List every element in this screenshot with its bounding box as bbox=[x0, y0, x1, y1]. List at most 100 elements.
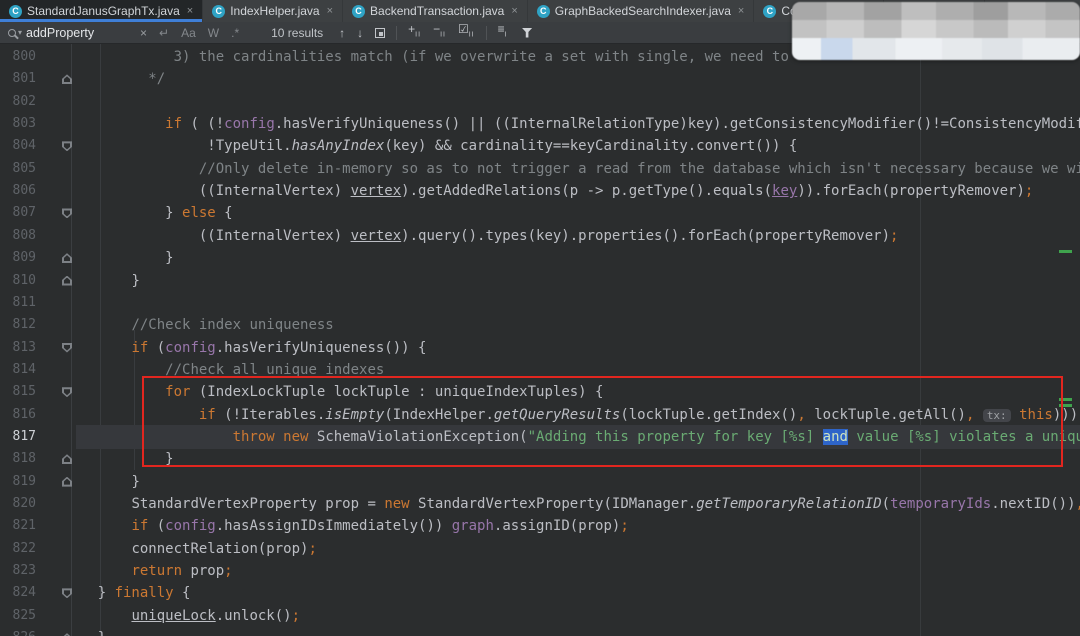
code-text: //Only delete in-memory so as to not tri… bbox=[198, 160, 1080, 177]
line-number: 817 bbox=[12, 428, 36, 444]
code-line-810[interactable]: 810 } bbox=[0, 270, 1080, 292]
search-icon bbox=[8, 28, 19, 40]
code-text: uniqueLock.unlock(); bbox=[131, 607, 301, 624]
line-number: 816 bbox=[12, 406, 36, 422]
code-line-826[interactable]: 826 } bbox=[0, 627, 1080, 636]
tab-label: BackendTransaction.java bbox=[370, 4, 505, 18]
code-line-811[interactable]: 811 bbox=[0, 292, 1080, 314]
tab-standardjanusgraphtx-java[interactable]: C StandardJanusGraphTx.java × bbox=[0, 0, 204, 22]
code-text: StandardVertexProperty prop = new Standa… bbox=[131, 496, 1080, 512]
filter-lines-icon[interactable]: ≡I bbox=[498, 18, 508, 46]
line-number: 826 bbox=[0, 627, 36, 636]
java-class-icon: C bbox=[763, 4, 777, 18]
code-text: if (config.hasAssignIDsImmediately()) gr… bbox=[131, 518, 629, 535]
code-text: !TypeUtil.hasAnyIndex(key) && cardinalit… bbox=[207, 138, 798, 155]
tab-indexhelper-java[interactable]: C IndexHelper.java × bbox=[203, 0, 344, 22]
add-occurrence-button[interactable]: +II bbox=[408, 18, 421, 46]
code-line-804[interactable]: 804 !TypeUtil.hasAnyIndex(key) && cardin… bbox=[0, 135, 1080, 157]
line-number: 811 bbox=[12, 294, 36, 310]
code-text: } bbox=[165, 451, 174, 468]
line-number: 801 bbox=[12, 71, 36, 87]
code-text: } finally { bbox=[97, 585, 191, 602]
code-line-805[interactable]: 805 //Only delete in-memory so as to not… bbox=[0, 158, 1080, 180]
close-tab-icon[interactable]: × bbox=[511, 5, 517, 17]
tab-label: IndexHelper.java bbox=[230, 4, 320, 18]
previous-occurrence-button[interactable]: ↑ bbox=[339, 22, 345, 44]
code-text: } bbox=[131, 272, 140, 289]
line-number: 818 bbox=[12, 451, 36, 467]
code-line-806[interactable]: 806 ((InternalVertex) vertex).getAddedRe… bbox=[0, 180, 1080, 202]
java-class-icon: C bbox=[536, 4, 550, 18]
find-input[interactable] bbox=[26, 25, 135, 40]
code-line-815[interactable]: 815 for (IndexLockTuple lockTuple : uniq… bbox=[0, 381, 1080, 403]
scrollbar-mark bbox=[1059, 398, 1072, 401]
code-line-824[interactable]: 824 } finally { bbox=[0, 582, 1080, 604]
line-number: 803 bbox=[12, 116, 36, 132]
tab-label: StandardJanusGraphTx.java bbox=[27, 4, 180, 18]
line-number: 807 bbox=[12, 205, 36, 221]
code-line-803[interactable]: 803 if ( (!config.hasVerifyUniqueness() … bbox=[0, 113, 1080, 135]
code-line-814[interactable]: 814 //Check all unique indexes bbox=[0, 359, 1080, 381]
code-text: ((InternalVertex) vertex).getAddedRelati… bbox=[198, 183, 1034, 200]
regex-toggle[interactable]: .* bbox=[231, 22, 239, 44]
parameter-hint: tx: bbox=[982, 408, 1011, 422]
ide-window: C StandardJanusGraphTx.java × C IndexHelper.… bbox=[0, 0, 1080, 636]
line-number: 814 bbox=[12, 361, 36, 377]
line-number: 802 bbox=[12, 93, 36, 109]
code-line-818[interactable]: 818 } bbox=[0, 448, 1080, 470]
code-text: for (IndexLockTuple lockTuple : uniqueIn… bbox=[165, 384, 604, 401]
code-line-822[interactable]: 822 connectRelation(prop); bbox=[0, 538, 1080, 560]
match-case-toggle[interactable]: Aa bbox=[181, 22, 196, 44]
line-number: 820 bbox=[12, 496, 36, 511]
code-line-801[interactable]: 801 */ bbox=[0, 68, 1080, 90]
line-number: 824 bbox=[12, 585, 36, 601]
code-line-813[interactable]: 813 if (config.hasVerifyUniqueness()) { bbox=[0, 337, 1080, 359]
code-line-807[interactable]: 807 } else { bbox=[0, 202, 1080, 224]
code-line-817[interactable]: 817 throw new SchemaViolationException("… bbox=[0, 424, 1080, 449]
code-line-825[interactable]: 825 uniqueLock.unlock(); bbox=[0, 605, 1080, 627]
code-line-816[interactable]: 816 if (!Iterables.isEmpty(IndexHelper.g… bbox=[0, 404, 1080, 426]
java-class-icon: C bbox=[212, 4, 226, 18]
code-text: if (!Iterables.isEmpty(IndexHelper.getQu… bbox=[198, 406, 1079, 423]
newline-icon[interactable]: ↵ bbox=[159, 22, 169, 44]
code-line-821[interactable]: 821 if (config.hasAssignIDsImmediately()… bbox=[0, 515, 1080, 537]
code-text: } else { bbox=[165, 205, 233, 222]
close-tab-icon[interactable]: × bbox=[187, 5, 193, 17]
results-count: 10 results bbox=[271, 25, 324, 40]
close-tab-icon[interactable]: × bbox=[738, 5, 744, 17]
line-number: 805 bbox=[12, 160, 36, 176]
open-in-find-window-icon[interactable] bbox=[375, 27, 386, 38]
line-number: 813 bbox=[12, 339, 36, 355]
code-line-809[interactable]: 809 } bbox=[0, 247, 1080, 269]
code-text: */ bbox=[148, 71, 166, 88]
words-toggle[interactable]: W bbox=[208, 22, 219, 44]
search-options-caret-icon[interactable]: ▾ bbox=[18, 28, 22, 37]
code-line-820[interactable]: 820 StandardVertexProperty prop = new St… bbox=[0, 493, 1080, 515]
code-line-808[interactable]: 808 ((InternalVertex) vertex).query().ty… bbox=[0, 225, 1080, 247]
line-number: 821 bbox=[12, 518, 36, 534]
code-line-823[interactable]: 823 return prop; bbox=[0, 560, 1080, 582]
line-number: 800 bbox=[12, 49, 36, 64]
line-number: 812 bbox=[12, 317, 36, 333]
code-line-812[interactable]: 812 //Check index uniqueness bbox=[0, 314, 1080, 336]
filter-funnel-icon[interactable] bbox=[521, 27, 533, 38]
code-text: if ( (!config.hasVerifyUniqueness() || (… bbox=[165, 116, 1080, 133]
java-class-icon: C bbox=[9, 4, 22, 18]
line-number: 819 bbox=[12, 473, 36, 489]
redacted-area bbox=[792, 2, 1080, 60]
line-number: 822 bbox=[12, 540, 36, 556]
code-line-819[interactable]: 819 } bbox=[0, 471, 1080, 493]
tab-graphbackedsearchindexer-java[interactable]: C GraphBackedSearchIndexer.java × bbox=[528, 0, 755, 22]
line-number: 823 bbox=[12, 563, 36, 579]
code-text: throw new SchemaViolationException("Addi… bbox=[232, 428, 1080, 445]
line-number: 806 bbox=[12, 183, 36, 199]
remove-occurrence-button[interactable]: −II bbox=[433, 18, 446, 46]
next-occurrence-button[interactable]: ↓ bbox=[357, 22, 363, 44]
clear-search-icon[interactable]: × bbox=[140, 22, 147, 44]
java-class-icon: C bbox=[352, 4, 366, 18]
toggle-occurrence-button[interactable]: ☑II bbox=[458, 18, 475, 46]
tab-label: GraphBackedSearchIndexer.java bbox=[554, 4, 731, 18]
code-editor[interactable]: 800 3) the cardinalities match (if we ov… bbox=[0, 44, 1080, 636]
code-line-802[interactable]: 802 bbox=[0, 91, 1080, 113]
close-tab-icon[interactable]: × bbox=[327, 5, 333, 17]
